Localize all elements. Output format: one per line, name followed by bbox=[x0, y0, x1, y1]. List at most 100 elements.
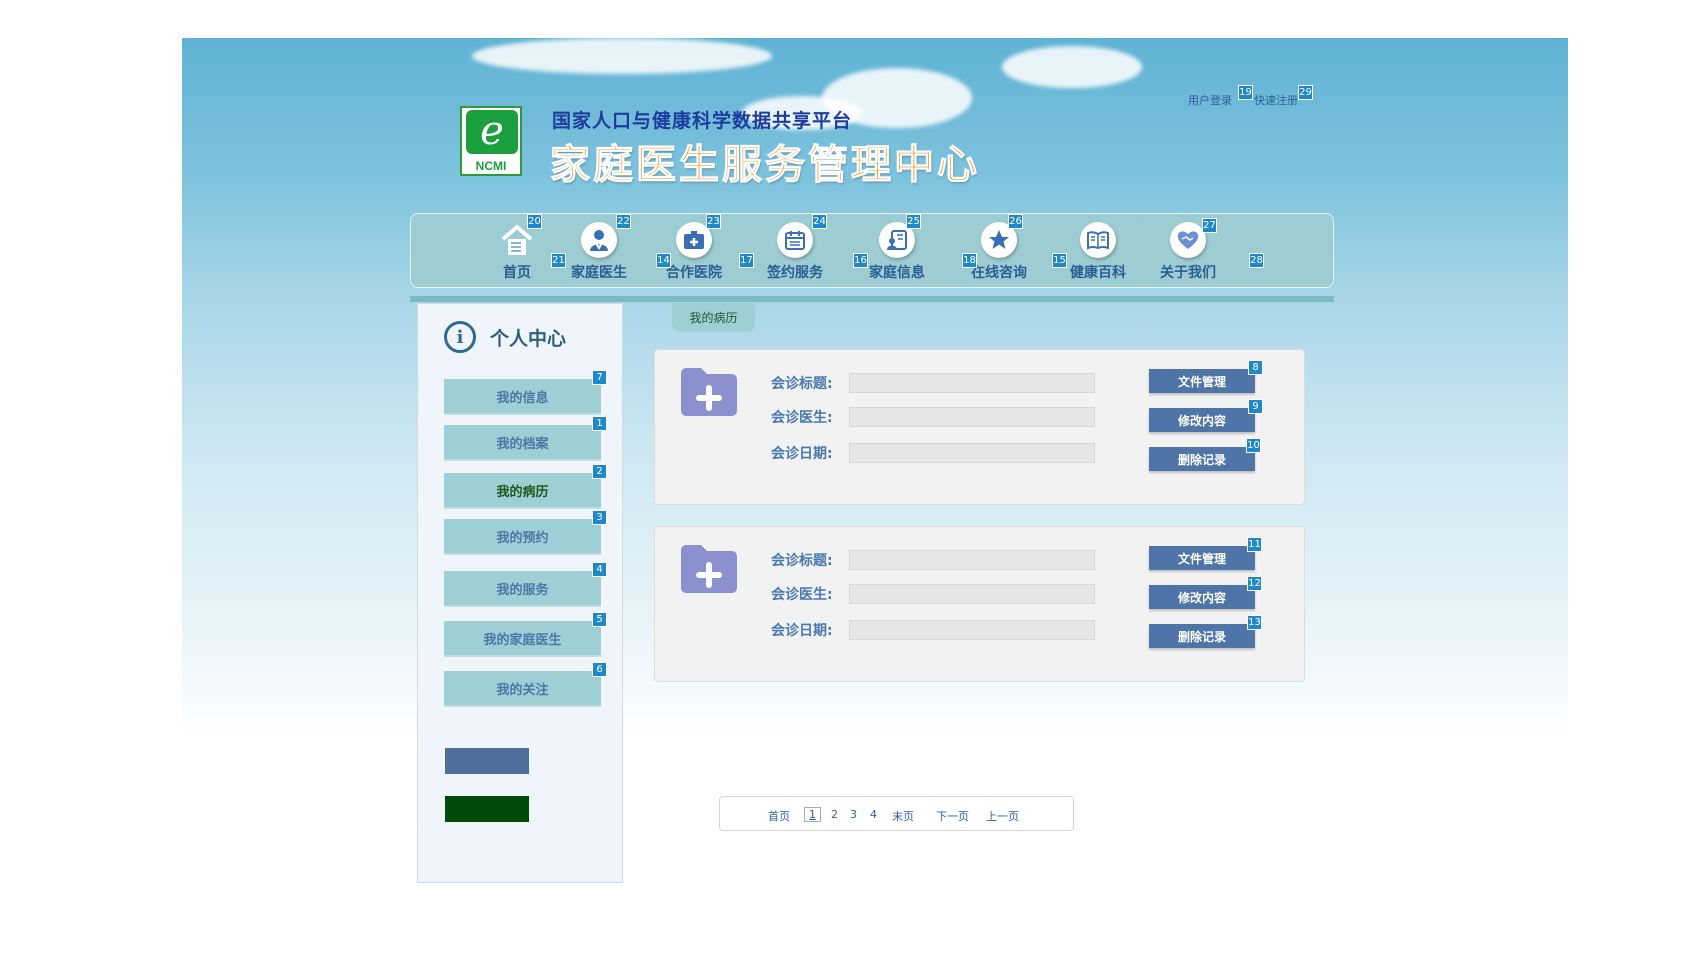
sidebar-item-my-follows[interactable]: 我的关注 bbox=[444, 671, 601, 707]
pager-last[interactable]: 末页 bbox=[892, 808, 914, 824]
consult-doctor-field: 会诊医生: bbox=[771, 407, 1095, 427]
consult-title-label: 会诊标题: bbox=[771, 553, 833, 569]
consult-doctor-label: 会诊医生: bbox=[771, 410, 833, 426]
consult-date-field: 会诊日期: bbox=[771, 620, 1095, 640]
page: 用户登录 快速注册 19 29 e NCMI 国家人口与健康科学数据共享平台 家… bbox=[0, 0, 1697, 956]
marker-badge: 29 bbox=[1298, 85, 1313, 100]
edit-content-button[interactable]: 修改内容 bbox=[1149, 408, 1255, 432]
logo-text: NCMI bbox=[475, 159, 507, 173]
sidebar-item-my-records[interactable]: 我的病历 bbox=[444, 473, 601, 509]
nav-item-family-doctor[interactable]: 家庭医生 bbox=[571, 222, 627, 282]
nav-label: 合作医院 bbox=[666, 265, 722, 281]
register-link[interactable]: 快速注册 bbox=[1254, 92, 1298, 108]
site-title: 家庭医生服务管理中心 bbox=[550, 142, 980, 189]
delete-record-button[interactable]: 删除记录 bbox=[1149, 447, 1255, 471]
marker-badge: 4 bbox=[592, 562, 607, 577]
nav-item-home[interactable]: 首页 bbox=[499, 222, 535, 282]
book-icon bbox=[1080, 222, 1116, 258]
consult-date-label: 会诊日期: bbox=[771, 623, 833, 639]
nav-item-partner-hospital[interactable]: 合作医院 bbox=[666, 222, 722, 282]
edit-content-button[interactable]: 修改内容 bbox=[1149, 585, 1255, 609]
marker-badge: 13 bbox=[1247, 615, 1262, 630]
nav-label: 在线咨询 bbox=[971, 265, 1027, 281]
marker-badge: 3 bbox=[592, 510, 607, 525]
marker-badge: 27 bbox=[1202, 218, 1217, 233]
file-manage-button[interactable]: 文件管理 bbox=[1149, 546, 1255, 570]
pager-prev[interactable]: 上一页 bbox=[986, 808, 1019, 824]
marker-badge: 20 bbox=[527, 214, 542, 229]
marker-badge: 17 bbox=[739, 253, 754, 268]
marker-badge: 11 bbox=[1247, 537, 1262, 552]
marker-badge: 5 bbox=[592, 612, 607, 627]
marker-badge: 16 bbox=[853, 253, 868, 268]
consult-date-field: 会诊日期: bbox=[771, 443, 1095, 463]
consult-title-label: 会诊标题: bbox=[771, 376, 833, 392]
medical-folder-icon bbox=[681, 368, 737, 416]
consult-doctor-field: 会诊医生: bbox=[771, 584, 1095, 604]
file-manage-button[interactable]: 文件管理 bbox=[1149, 369, 1255, 393]
marker-badge: 23 bbox=[706, 214, 721, 229]
calendar-icon bbox=[777, 222, 813, 258]
marker-badge: 6 bbox=[592, 662, 607, 677]
sidebar-item-my-info[interactable]: 我的信息 bbox=[444, 379, 601, 415]
info-icon: i bbox=[444, 321, 476, 353]
nav-label: 家庭信息 bbox=[869, 265, 925, 281]
record-card: 会诊标题: 会诊医生: 会诊日期: 文件管理 修改内容 删除记录 bbox=[654, 526, 1305, 682]
marker-badge: 7 bbox=[592, 370, 607, 385]
marker-badge: 8 bbox=[1248, 360, 1263, 375]
nav-item-health-wiki[interactable]: 健康百科 bbox=[1070, 222, 1126, 282]
nav-item-online-consult[interactable]: 在线咨询 bbox=[971, 222, 1027, 282]
consult-title-input[interactable] bbox=[849, 373, 1095, 393]
pagination: 首页 1 2 3 4 末页 下一页 上一页 bbox=[719, 796, 1074, 831]
delete-record-button[interactable]: 删除记录 bbox=[1149, 624, 1255, 648]
nav-item-family-info[interactable]: 家庭信息 bbox=[869, 222, 925, 282]
platform-name: 国家人口与健康科学数据共享平台 bbox=[552, 110, 853, 132]
marker-badge: 15 bbox=[1052, 253, 1067, 268]
consult-doctor-input[interactable] bbox=[849, 584, 1095, 604]
pager-first[interactable]: 首页 bbox=[768, 808, 790, 824]
sidebar-item-my-appointments[interactable]: 我的预约 bbox=[444, 519, 601, 555]
consult-date-input[interactable] bbox=[849, 443, 1095, 463]
sidebar-item-my-services[interactable]: 我的服务 bbox=[444, 571, 601, 607]
consult-title-field: 会诊标题: bbox=[771, 373, 1095, 393]
sidebar-item-my-archive[interactable]: 我的档案 bbox=[444, 425, 601, 461]
marker-badge: 19 bbox=[1238, 85, 1253, 100]
sidebar-title: 个人中心 bbox=[490, 327, 567, 350]
pager-page-current[interactable]: 1 bbox=[804, 807, 821, 822]
pager-page[interactable]: 2 bbox=[831, 808, 838, 821]
sidebar-header: i 个人中心 bbox=[444, 320, 566, 354]
green-action-button[interactable] bbox=[445, 796, 529, 822]
pager-page[interactable]: 3 bbox=[850, 808, 857, 821]
nav-label: 健康百科 bbox=[1070, 265, 1126, 281]
marker-badge: 1 bbox=[592, 416, 607, 431]
handshake-icon bbox=[1170, 222, 1206, 258]
nav-label: 关于我们 bbox=[1160, 265, 1216, 281]
consult-date-input[interactable] bbox=[849, 620, 1095, 640]
marker-badge: 21 bbox=[551, 253, 566, 268]
cloud-decoration bbox=[1002, 46, 1142, 88]
pager-page[interactable]: 4 bbox=[870, 808, 877, 821]
blue-action-button[interactable] bbox=[445, 748, 529, 774]
sidebar: i 个人中心 我的信息 我的档案 我的病历 我的预约 我的服务 我的家庭医生 我… bbox=[417, 303, 623, 883]
tab-my-records[interactable]: 我的病历 bbox=[672, 303, 755, 332]
marker-badge: 26 bbox=[1008, 214, 1023, 229]
medical-folder-icon bbox=[681, 545, 737, 593]
nav-label: 首页 bbox=[503, 265, 531, 281]
consult-doctor-label: 会诊医生: bbox=[771, 587, 833, 603]
marker-badge: 25 bbox=[906, 214, 921, 229]
doctor-icon bbox=[581, 222, 617, 258]
pager-next[interactable]: 下一页 bbox=[936, 808, 969, 824]
nav-label: 家庭医生 bbox=[571, 265, 627, 281]
nav-item-contract-service[interactable]: 签约服务 bbox=[767, 222, 823, 282]
consult-title-input[interactable] bbox=[849, 550, 1095, 570]
nav-divider bbox=[410, 296, 1334, 302]
sidebar-item-my-family-doctor[interactable]: 我的家庭医生 bbox=[444, 621, 601, 657]
consult-doctor-input[interactable] bbox=[849, 407, 1095, 427]
marker-badge: 14 bbox=[656, 253, 671, 268]
logo-letter: e bbox=[466, 110, 518, 154]
login-link[interactable]: 用户登录 bbox=[1188, 92, 1232, 108]
marker-badge: 28 bbox=[1249, 253, 1264, 268]
record-card: 会诊标题: 会诊医生: 会诊日期: 文件管理 修改内容 删除记录 bbox=[654, 349, 1305, 505]
ncmi-logo: e NCMI bbox=[460, 106, 522, 176]
marker-badge: 18 bbox=[962, 253, 977, 268]
